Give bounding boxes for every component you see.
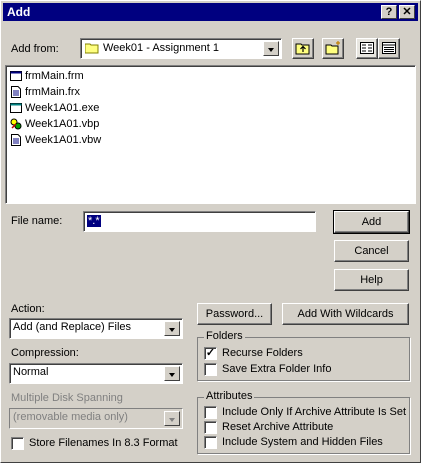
list-item[interactable]: Week1A01.vbw [10,134,101,150]
details-view-button[interactable] [378,38,400,59]
vb-project-icon [10,118,22,130]
action-label: Action: [11,303,45,315]
multiple-disk-spanning-label: Multiple Disk Spanning [11,392,123,404]
add-dialog: Add ? ✕ Add from: Week01 - Assignment 1 … [0,0,421,463]
exe-icon [10,102,22,114]
file-list[interactable]: frmMain.frm frmMain.frx Week1A01.exe Wee… [5,65,416,204]
chevron-down-icon [164,411,180,426]
list-item[interactable]: Week1A01.vbp [10,118,99,134]
password-button[interactable]: Password... [197,303,272,325]
file-name-value: *.* [87,215,101,227]
folder-icon [84,42,99,57]
new-folder-icon [325,41,340,55]
action-value: Add (and Replace) Files [13,321,132,333]
add-button[interactable]: Add [333,210,410,234]
document-icon [10,134,22,147]
file-name-text: frmMain.frx [25,86,80,98]
chevron-down-icon[interactable] [263,41,279,56]
store-filenames-label: Store Filenames In 8.3 Format [29,437,178,449]
folders-legend: Folders [204,330,245,342]
up-folder-icon [295,43,310,55]
details-view-icon [382,42,396,54]
save-extra-folder-info-checkbox[interactable] [204,363,217,376]
action-dropdown[interactable]: Add (and Replace) Files [9,318,183,339]
form-file-icon [10,70,22,82]
compression-value: Normal [13,366,49,378]
multiple-disk-spanning-dropdown: (removable media only) [9,408,183,429]
recurse-folders-label: Recurse Folders [222,347,303,359]
dialog-title: Add [7,5,31,19]
add-with-wildcards-button[interactable]: Add With Wildcards [282,303,409,325]
multiple-disk-spanning-value: (removable media only) [13,411,128,423]
attributes-legend: Attributes [204,390,255,402]
include-archive-checkbox[interactable] [204,406,217,419]
chevron-down-icon[interactable] [164,366,180,381]
file-name-text: Week1A01.exe [25,102,100,114]
add-from-value: Week01 - Assignment 1 [103,42,219,54]
chevron-down-icon[interactable] [164,321,180,336]
recurse-folders-checkbox[interactable]: ✓ [204,347,217,360]
reset-archive-label: Reset Archive Attribute [222,421,334,433]
new-folder-button[interactable] [322,38,344,59]
file-name-label: File name: [11,215,63,227]
include-system-hidden-checkbox[interactable] [204,436,217,449]
add-from-dropdown[interactable]: Week01 - Assignment 1 [80,38,282,59]
include-system-hidden-label: Include System and Hidden Files [222,436,383,448]
list-item[interactable]: frmMain.frx [10,86,80,102]
compression-label: Compression: [11,347,79,359]
help-title-button[interactable]: ? [381,5,397,19]
store-filenames-checkbox[interactable] [11,437,24,450]
add-from-label: Add from: [11,43,59,55]
attributes-group: Attributes Include Only If Archive Attri… [197,390,410,454]
list-item[interactable]: frmMain.frm [10,70,84,86]
list-item[interactable]: Week1A01.exe [10,102,99,118]
file-name-text: Week1A01.vbp [25,118,100,130]
file-name-text: frmMain.frm [25,70,84,82]
document-icon [10,86,22,99]
save-extra-folder-info-label: Save Extra Folder Info [222,363,332,375]
help-button[interactable]: Help [334,269,409,291]
up-one-level-button[interactable] [292,38,314,59]
reset-archive-checkbox[interactable] [204,421,217,434]
list-view-button[interactable] [356,38,378,59]
close-button[interactable]: ✕ [399,5,415,19]
list-view-icon [360,42,374,54]
compression-dropdown[interactable]: Normal [9,363,183,384]
file-name-text: Week1A01.vbw [25,134,102,146]
folders-group: Folders ✓ Recurse Folders Save Extra Fol… [197,330,410,381]
include-archive-label: Include Only If Archive Attribute Is Set [222,406,407,418]
file-name-field[interactable]: *.* [83,211,316,232]
title-bar[interactable]: Add ? ✕ [3,3,418,21]
cancel-button[interactable]: Cancel [334,240,409,262]
